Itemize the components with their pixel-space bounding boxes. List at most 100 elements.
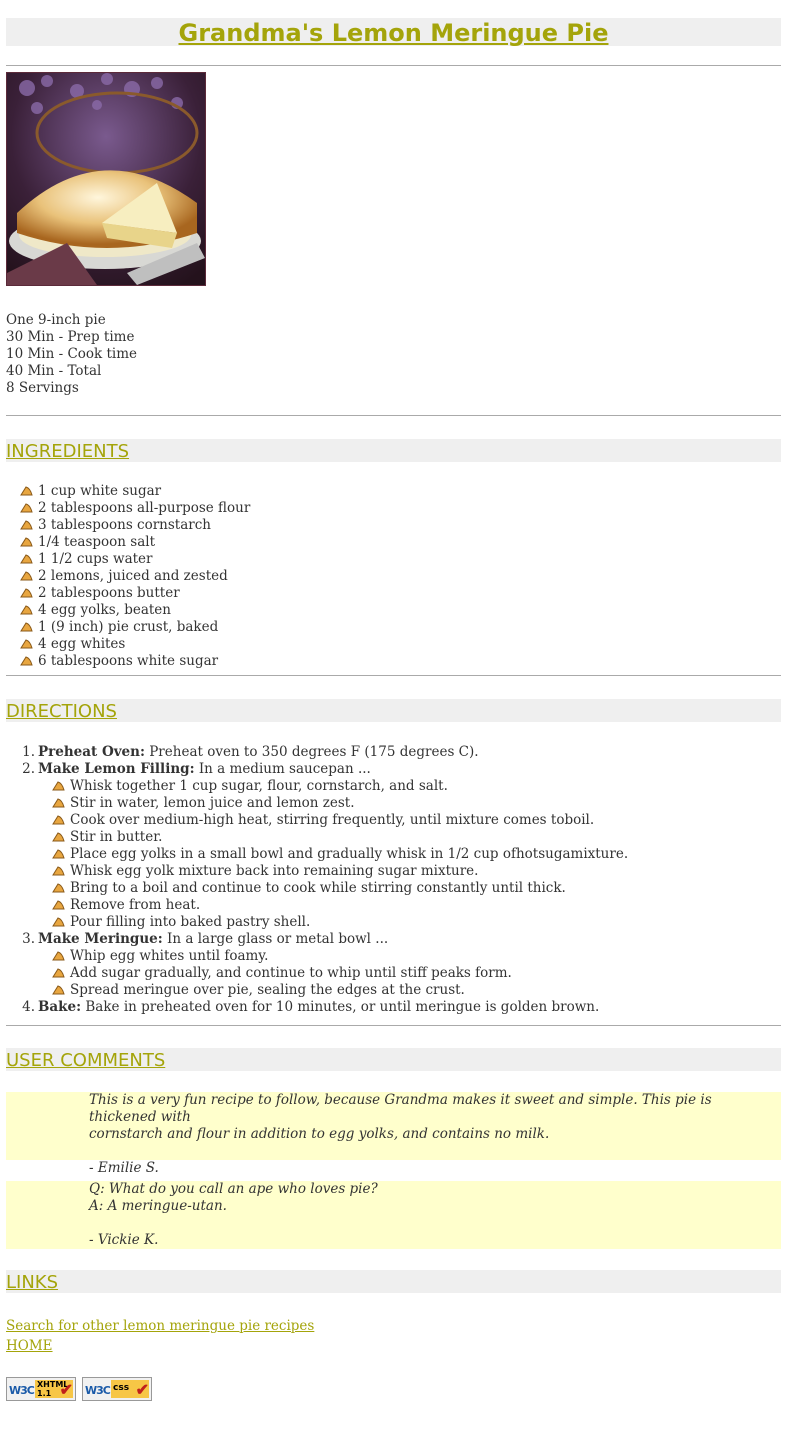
direction-step: 2. Make Lemon Filling: In a medium saucep…	[6, 761, 781, 778]
substep-text: Whisk together 1 cup sugar, flour, corns…	[70, 778, 448, 794]
divider	[6, 415, 781, 416]
fact-yield: One 9-inch pie	[6, 312, 106, 328]
substep-item: Whisk egg yolk mixture back into remaini…	[6, 863, 781, 880]
substep-item: Add sugar gradually, and continue to whi…	[6, 965, 781, 982]
substep-text: Whisk egg yolk mixture back into remaini…	[70, 863, 479, 879]
section-links: LINKS	[6, 1270, 781, 1293]
pie-slice-bullet-icon	[20, 656, 33, 666]
fact-cook-time: 10 Min - Cook time	[6, 346, 138, 362]
comment-text-line: Q: What do you call an ape who loves pie…	[89, 1181, 378, 1197]
pie-slice-bullet-icon	[20, 503, 33, 513]
section-title-ingredients[interactable]: INGREDIENTS	[6, 439, 781, 464]
direction-step: 4. Bake: Bake in preheated oven for 10 mi…	[6, 999, 781, 1016]
step-number: 4.	[22, 999, 35, 1015]
ingredient-text: 2 lemons, juiced and zested	[38, 568, 228, 584]
fact-prep-time: 30 Min - Prep time	[6, 329, 135, 345]
pie-slice-bullet-icon	[20, 486, 33, 496]
pie-slice-bullet-icon	[52, 951, 65, 961]
checkmark-icon: ✔	[59, 1380, 73, 1399]
ingredient-text: 1 1/2 cups water	[38, 551, 153, 567]
comment-text-line: cornstarch and flour in addition to egg …	[89, 1126, 550, 1142]
direction-step: 3. Make Meringue: In a large glass or met…	[6, 931, 781, 948]
ingredients-list: 1 cup white sugar 2 tablespoons all-purpo…	[6, 483, 250, 670]
substep-item: Stir in water, lemon juice and lemon zes…	[6, 795, 781, 812]
substep-item: Place egg yolks in a small bowl and grad…	[6, 846, 781, 863]
pie-slice-bullet-icon	[20, 554, 33, 564]
substep-text: Cook over medium-high heat, stirring fre…	[70, 812, 595, 828]
substep-item: Bring to a boil and continue to cook whi…	[6, 880, 781, 897]
substep-item: Whisk together 1 cup sugar, flour, corns…	[6, 778, 781, 795]
ingredient-text: 1 (9 inch) pie crust, baked	[38, 619, 219, 635]
fact-total-time: 40 Min - Total	[6, 363, 102, 379]
section-ingredients: INGREDIENTS	[6, 439, 781, 462]
pie-slice-bullet-icon	[52, 968, 65, 978]
link-home[interactable]: HOME	[6, 1338, 314, 1358]
ingredient-item: 4 egg yolks, beaten	[6, 602, 250, 619]
pie-slice-bullet-icon	[20, 571, 33, 581]
step-text: In a medium saucepan ...	[194, 761, 371, 777]
link-search-recipes[interactable]: Search for other lemon meringue pie reci…	[6, 1318, 314, 1338]
pie-slice-bullet-icon	[52, 798, 65, 808]
comment-box: This is a very fun recipe to follow, bec…	[6, 1092, 781, 1176]
section-title-links[interactable]: LINKS	[6, 1270, 781, 1295]
pie-slice-bullet-icon	[20, 588, 33, 598]
step-text: In a large glass or metal bowl ...	[162, 931, 389, 947]
step-heading: Bake:	[38, 999, 82, 1015]
pie-slice-bullet-icon	[20, 639, 33, 649]
divider	[6, 1025, 781, 1026]
xhtml-valid-badge[interactable]: W3C XHTML 1.1 ✔	[6, 1377, 76, 1401]
pie-slice-bullet-icon	[52, 832, 65, 842]
ingredient-item: 1 cup white sugar	[6, 483, 250, 500]
step-heading: Make Meringue:	[38, 931, 163, 947]
directions-list: 1. Preheat Oven: Preheat oven to 350 degr…	[6, 744, 781, 1016]
ingredient-item: 2 tablespoons all-purpose flour	[6, 500, 250, 517]
section-title-comments[interactable]: USER COMMENTS	[6, 1048, 781, 1073]
step-number: 2.	[22, 761, 35, 777]
css-valid-badge[interactable]: W3C css ✔	[82, 1377, 152, 1401]
substep-item: Spread meringue over pie, sealing the ed…	[6, 982, 781, 999]
ingredient-text: 2 tablespoons all-purpose flour	[38, 500, 251, 516]
ingredient-item: 1 (9 inch) pie crust, baked	[6, 619, 250, 636]
ingredient-item: 6 tablespoons white sugar	[6, 653, 250, 670]
substep-text: Bring to a boil and continue to cook whi…	[70, 880, 566, 896]
substep-text: Stir in butter.	[70, 829, 163, 845]
substep-text: Whip egg whites until foamy.	[70, 948, 269, 964]
substep-item: Stir in butter.	[6, 829, 781, 846]
links-list: Search for other lemon meringue pie reci…	[6, 1318, 314, 1358]
pie-slice-bullet-icon	[52, 883, 65, 893]
divider	[6, 675, 781, 676]
comment-author: - Vickie K.	[89, 1232, 159, 1248]
ingredient-item: 1/4 teaspoon salt	[6, 534, 250, 551]
section-title-directions[interactable]: DIRECTIONS	[6, 699, 781, 724]
substep-item: Remove from heat.	[6, 897, 781, 914]
pie-photo-image	[7, 73, 205, 285]
substep-text: Add sugar gradually, and continue to whi…	[70, 965, 512, 981]
ingredient-text: 1/4 teaspoon salt	[38, 534, 156, 550]
page-title[interactable]: Grandma's Lemon Meringue Pie	[6, 18, 781, 48]
checkmark-icon: ✔	[135, 1380, 149, 1399]
ingredient-text: 4 egg yolks, beaten	[38, 602, 171, 618]
pie-slice-bullet-icon	[52, 917, 65, 927]
pie-slice-bullet-icon	[52, 781, 65, 791]
ingredient-text: 2 tablespoons butter	[38, 585, 180, 601]
comment-text-line: A: A meringue-utan.	[89, 1198, 227, 1214]
divider	[6, 65, 781, 66]
substep-list: Whisk together 1 cup sugar, flour, corns…	[6, 778, 781, 931]
substep-text: Stir in water, lemon juice and lemon zes…	[70, 795, 355, 811]
pie-slice-bullet-icon	[52, 815, 65, 825]
step-text: Preheat oven to 350 degrees F (175 degre…	[144, 744, 479, 760]
comment-author: - Emilie S.	[89, 1160, 159, 1176]
pie-slice-bullet-icon	[20, 520, 33, 530]
pie-slice-bullet-icon	[20, 622, 33, 632]
step-heading: Preheat Oven:	[38, 744, 145, 760]
pie-slice-bullet-icon	[52, 900, 65, 910]
ingredient-text: 6 tablespoons white sugar	[38, 653, 219, 669]
step-heading: Make Lemon Filling:	[38, 761, 195, 777]
substep-text: Pour filling into baked pastry shell.	[70, 914, 311, 930]
direction-step: 1. Preheat Oven: Preheat oven to 350 degr…	[6, 744, 781, 761]
comment-text-line: This is a very fun recipe to follow, bec…	[89, 1092, 712, 1125]
validator-badges: W3C XHTML 1.1 ✔ W3C css ✔	[6, 1377, 152, 1401]
title-bar: Grandma's Lemon Meringue Pie	[6, 18, 781, 48]
step-number: 3.	[22, 931, 35, 947]
pie-photo	[6, 72, 206, 286]
